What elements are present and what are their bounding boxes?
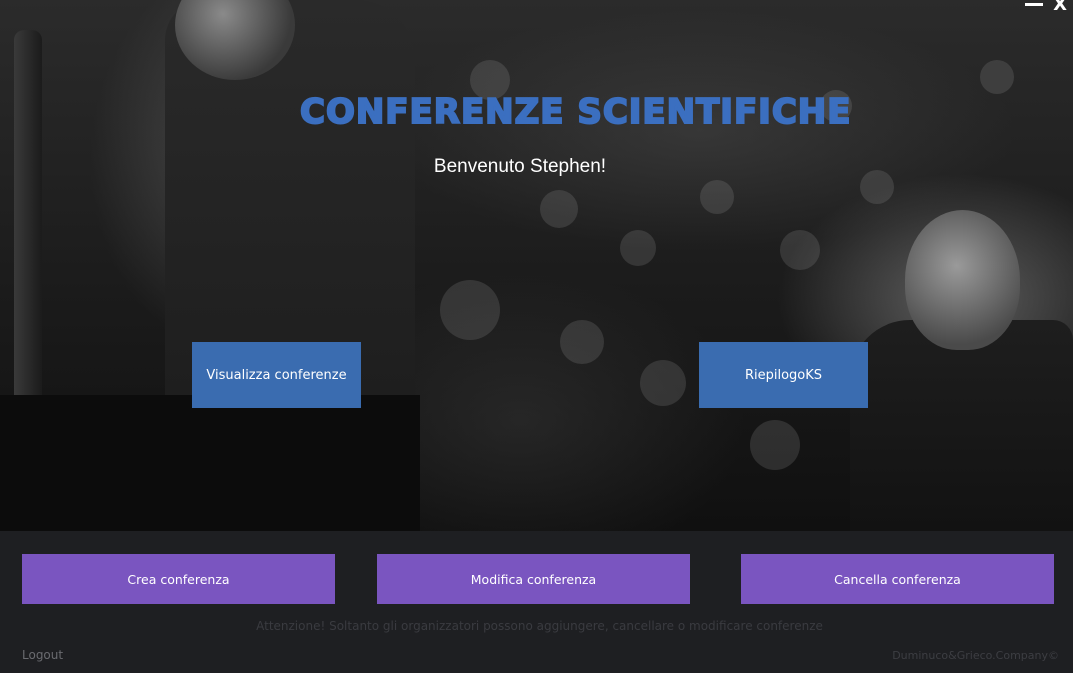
- microphone-stand-graphic: [14, 30, 42, 410]
- audience-member-silhouette: [850, 320, 1073, 531]
- crowd-graphic: [620, 230, 656, 266]
- crowd-graphic: [560, 320, 604, 364]
- view-conferences-button[interactable]: Visualizza conferenze: [192, 342, 361, 408]
- organizer-warning-text: Attenzione! Soltanto gli organizzatori p…: [256, 619, 823, 633]
- crowd-graphic: [700, 180, 734, 214]
- lectern-graphic: [0, 395, 420, 531]
- welcome-message: Benvenuto Stephen!: [433, 156, 607, 177]
- edit-conference-button[interactable]: Modifica conferenza: [377, 554, 690, 604]
- audience-member-head-graphic: [905, 210, 1020, 350]
- crowd-graphic: [540, 190, 578, 228]
- delete-conference-button[interactable]: Cancella conferenza: [741, 554, 1054, 604]
- window-controls: X: [1025, 0, 1067, 14]
- create-conference-button[interactable]: Crea conferenza: [22, 554, 335, 604]
- crowd-graphic: [780, 230, 820, 270]
- bottom-panel: Crea conferenza Modifica conferenza Canc…: [0, 531, 1073, 673]
- app-window: X Conferenze scientifiche Benvenuto Step…: [0, 0, 1073, 673]
- crowd-graphic: [980, 60, 1014, 94]
- riepilogo-button[interactable]: RiepilogoKS: [699, 342, 868, 408]
- page-title: Conferenze scientifiche: [299, 91, 852, 133]
- crowd-graphic: [640, 360, 686, 406]
- background-photo: [0, 0, 1073, 531]
- logout-link[interactable]: Logout: [22, 648, 63, 662]
- crowd-graphic: [440, 280, 500, 340]
- copyright-text: Duminuco&Grieco.Company©: [892, 649, 1059, 662]
- close-button[interactable]: X: [1053, 0, 1067, 14]
- crowd-graphic: [750, 420, 800, 470]
- minimize-button[interactable]: [1025, 0, 1044, 10]
